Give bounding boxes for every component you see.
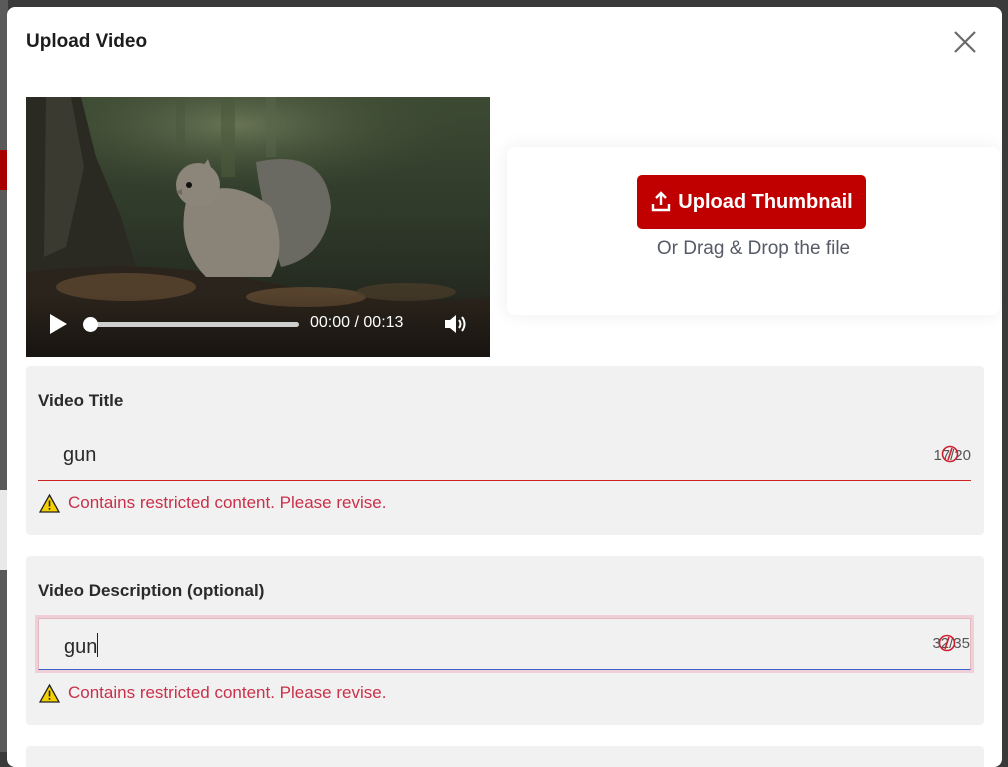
video-title-error: Contains restricted content. Please revi… [39,493,386,513]
progress-bar[interactable] [92,322,299,327]
error-circle-icon [941,445,959,463]
error-circle-icon [938,634,956,652]
video-description-label: Video Description (optional) [38,581,265,600]
video-title-error-text: Contains restricted content. Please revi… [68,493,387,512]
text-caret [97,633,99,657]
video-description-section: Video Description (optional) gun 32/35 C… [26,556,984,725]
warning-icon [39,683,60,703]
drag-drop-hint: Or Drag & Drop the file [656,238,851,259]
video-title-input[interactable]: gun 17/20 [38,430,971,481]
time-separator: / [354,314,359,331]
play-button[interactable] [46,312,70,336]
volume-button[interactable] [443,313,469,335]
warning-icon [39,493,60,513]
video-description-error: Contains restricted content. Please revi… [39,683,386,703]
volume-icon [445,315,466,333]
video-player[interactable]: 00:00 / 00:13 [26,97,490,357]
play-icon [50,314,67,334]
video-title-value: gun [63,444,97,466]
upload-thumbnail-button[interactable]: Upload Thumbnail [637,175,866,229]
upload-video-modal: Upload Video 00:00 / 00:13 Upload Thumbn… [7,7,1002,767]
video-description-error-text: Contains restricted content. Please revi… [68,683,387,702]
close-button[interactable] [948,25,982,59]
video-description-input[interactable]: gun 32/35 [38,618,971,670]
progress-thumb[interactable] [83,317,98,332]
video-description-value: gun [64,633,99,659]
time-display: 00:00 / 00:13 [310,314,403,332]
current-time: 00:00 [310,314,351,331]
modal-title: Upload Video [26,31,148,52]
video-title-label: Video Title [38,391,124,410]
duration: 00:13 [363,314,404,331]
close-icon [954,31,976,53]
thumbnail-dropzone[interactable]: Upload Thumbnail Or Drag & Drop the file [507,147,1000,315]
video-title-section: Video Title gun 17/20 Contains restricte… [26,366,984,535]
upload-thumbnail-label: Upload Thumbnail [678,190,853,213]
upload-icon [652,191,671,212]
next-section [26,746,984,767]
